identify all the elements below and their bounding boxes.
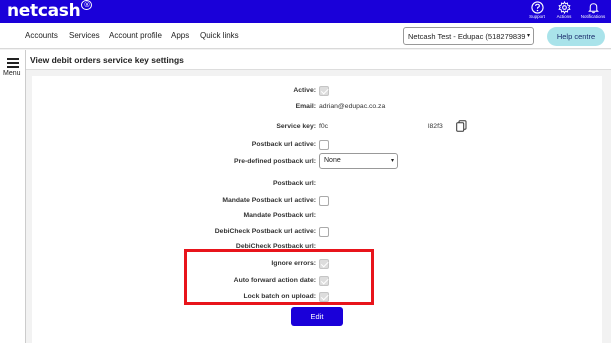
menu-label: Menu [3, 70, 21, 77]
bell-icon [587, 3, 599, 14]
side-menu[interactable]: Menu [0, 50, 26, 343]
mandate-postback-active-checkbox [319, 196, 329, 206]
email-label: Email: [295, 103, 316, 110]
edit-button[interactable]: Edit [291, 307, 343, 326]
page-title-bar: View debit orders service key settings [26, 50, 611, 70]
entity-select-value: Netcash Test - Edupac (518279839 [408, 32, 526, 41]
predefined-postback-value: None [324, 157, 341, 164]
postback-url-label: Postback url: [272, 180, 316, 187]
support-button[interactable]: Support [524, 1, 550, 19]
page-title: View debit orders service key settings [30, 55, 184, 65]
chevron-down-icon: ▾ [526, 33, 530, 39]
service-key-label: Service key: [276, 123, 316, 130]
chevron-down-icon: ▾ [390, 158, 394, 164]
highlight-box [184, 249, 374, 305]
predefined-postback-label: Pre-defined postback url: [234, 158, 316, 165]
question-icon [530, 1, 544, 14]
hamburger-icon[interactable] [7, 58, 19, 68]
help-centre-button[interactable]: Help centre [547, 27, 605, 46]
service-key-start: f0c [319, 123, 329, 130]
mandate-postback-active-label: Mandate Postback url active: [222, 197, 316, 204]
top-bar: netcash ® Support Actions Notifications [0, 0, 611, 23]
debicheck-postback-active-label: DebiCheck Postback url active: [214, 228, 316, 235]
notifications-button[interactable]: Notifications [580, 1, 606, 19]
active-checkbox [319, 86, 329, 96]
nav-account-profile[interactable]: Account profile [109, 31, 162, 40]
main-nav: Accounts Services Account profile Apps Q… [0, 23, 611, 49]
copy-icon[interactable] [456, 120, 467, 132]
entity-select[interactable]: Netcash Test - Edupac (518279839 ▾ [403, 27, 534, 45]
nav-quick-links[interactable]: Quick links [200, 31, 239, 40]
nav-apps[interactable]: Apps [171, 31, 189, 40]
active-label: Active: [293, 87, 316, 94]
nav-services[interactable]: Services [69, 31, 100, 40]
mandate-postback-url-label: Mandate Postback url: [243, 212, 316, 219]
netcash-logo[interactable]: netcash ® [7, 0, 93, 21]
postback-active-label: Postback url active: [251, 141, 316, 148]
nav-accounts[interactable]: Accounts [25, 31, 58, 40]
gear-icon [557, 1, 571, 14]
actions-button[interactable]: Actions [551, 1, 577, 19]
predefined-postback-select[interactable]: None ▾ [319, 153, 398, 169]
debicheck-postback-active-checkbox [319, 227, 329, 237]
postback-active-checkbox [319, 140, 329, 150]
service-key-end: l82f3 [428, 123, 443, 130]
email-value: adrian@edupac.co.za [319, 103, 386, 110]
